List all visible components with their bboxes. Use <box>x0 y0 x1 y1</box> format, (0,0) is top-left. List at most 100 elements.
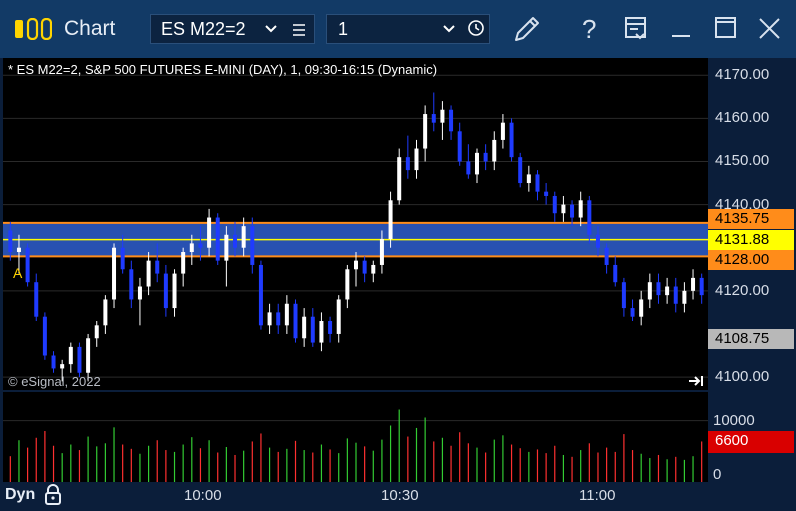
price-tag: 4108.75 <box>708 329 794 350</box>
candle-body <box>293 303 298 339</box>
candle-body <box>414 148 419 171</box>
candle-body <box>561 204 566 214</box>
price-tag: 4131.88 <box>708 229 794 250</box>
candle-body <box>129 269 134 300</box>
candle-body <box>120 247 125 270</box>
candle-body <box>570 204 575 218</box>
candle-body <box>699 277 704 296</box>
symbol-value: ES M22=2 <box>161 19 246 39</box>
candle-body <box>621 282 626 309</box>
candle-body <box>578 200 583 218</box>
candle-body <box>137 286 142 300</box>
template-icon[interactable] <box>624 16 648 47</box>
candle-body <box>302 316 307 339</box>
volume-tick-label: 10000 <box>713 411 755 429</box>
candle-body <box>552 195 557 214</box>
candle-body <box>544 191 549 196</box>
chart-header: * ES M22=2, S&P 500 FUTURES E-MINI (DAY)… <box>8 62 438 77</box>
candle-body <box>673 286 678 304</box>
maximize-icon[interactable] <box>714 16 738 45</box>
candle-body <box>423 114 428 149</box>
candle-body <box>207 217 212 248</box>
scroll-to-end-icon[interactable] <box>688 374 706 393</box>
candle-body <box>656 282 661 296</box>
time-axis[interactable]: 10:00 10:30 11:00 <box>0 482 796 508</box>
price-tick-label: 4120.00 <box>715 281 770 299</box>
candle-body <box>258 264 263 326</box>
candle-body <box>431 114 436 123</box>
dynamic-label[interactable]: Dyn <box>5 486 35 504</box>
candle-body <box>224 234 229 261</box>
candle-body <box>595 234 600 248</box>
copyright-text: © eSignal, 2022 <box>8 374 101 389</box>
interval-selector[interactable]: 1 <box>326 14 490 44</box>
candle-body <box>112 247 117 300</box>
help-icon[interactable]: ? <box>580 14 602 49</box>
candle-body <box>146 260 151 287</box>
candle-body <box>466 161 471 175</box>
marker-label: A <box>13 265 23 281</box>
time-tick-label: 10:00 <box>184 487 222 504</box>
candle-body <box>310 316 315 343</box>
candle-body <box>587 200 592 235</box>
price-tick-label: 4150.00 <box>715 152 770 170</box>
candle-body <box>250 226 255 265</box>
candle-body <box>647 282 652 300</box>
candle-body <box>163 273 168 309</box>
candle-body <box>155 260 160 274</box>
candle-body <box>492 139 497 162</box>
candle-body <box>189 243 194 253</box>
chart-window: Chart ES M22=2 1 ? A * ES M22=2, S&P 500… <box>0 0 796 508</box>
candle-body <box>405 157 410 171</box>
minimize-icon[interactable] <box>670 16 692 45</box>
chart-app-icon <box>14 17 53 41</box>
candle-body <box>42 316 47 356</box>
close-icon[interactable] <box>758 17 782 46</box>
clock-icon[interactable] <box>467 19 485 42</box>
candle-body <box>276 312 281 326</box>
candle-body <box>371 264 376 274</box>
candle-body <box>94 325 99 339</box>
price-chart-svg: A <box>3 74 708 382</box>
candle-body <box>483 152 488 162</box>
candle-body <box>34 282 39 317</box>
candle-body <box>500 122 505 140</box>
price-tag: 4128.00 <box>708 250 794 271</box>
volume-plot-area[interactable] <box>3 392 708 482</box>
candle-body <box>60 364 65 369</box>
chevron-down-icon[interactable] <box>264 20 278 41</box>
candle-body <box>665 286 670 296</box>
price-plot-area[interactable]: A <box>3 58 708 390</box>
candle-body <box>509 122 514 158</box>
candle-body <box>8 230 13 253</box>
candle-body <box>691 277 696 291</box>
price-tick-label: 4100.00 <box>715 368 770 386</box>
candle-body <box>639 299 644 317</box>
price-tick-label: 4170.00 <box>715 66 770 84</box>
list-menu-icon[interactable] <box>292 21 306 42</box>
candle-body <box>215 217 220 261</box>
lock-icon[interactable] <box>43 484 63 511</box>
candle-body <box>630 308 635 317</box>
candle-body <box>604 247 609 265</box>
candle-body <box>388 200 393 240</box>
candle-body <box>172 273 177 309</box>
time-tick-label: 10:30 <box>381 487 419 504</box>
candle-body <box>336 299 341 334</box>
volume-chart-svg <box>3 409 708 482</box>
price-tag: 4135.75 <box>708 208 794 229</box>
volume-tag: 6600 <box>708 431 794 454</box>
candle-body <box>345 269 350 300</box>
symbol-selector[interactable]: ES M22=2 <box>150 14 315 44</box>
window-title: Chart <box>64 17 116 40</box>
candle-body <box>284 303 289 326</box>
pencil-icon[interactable] <box>512 14 542 49</box>
candle-body <box>16 247 21 253</box>
candle-body <box>613 264 618 283</box>
candle-body <box>77 346 82 373</box>
chevron-down-icon[interactable] <box>442 20 456 41</box>
candle-body <box>233 234 238 248</box>
candle-body <box>474 152 479 175</box>
candle-body <box>682 290 687 304</box>
candle-body <box>379 239 384 265</box>
